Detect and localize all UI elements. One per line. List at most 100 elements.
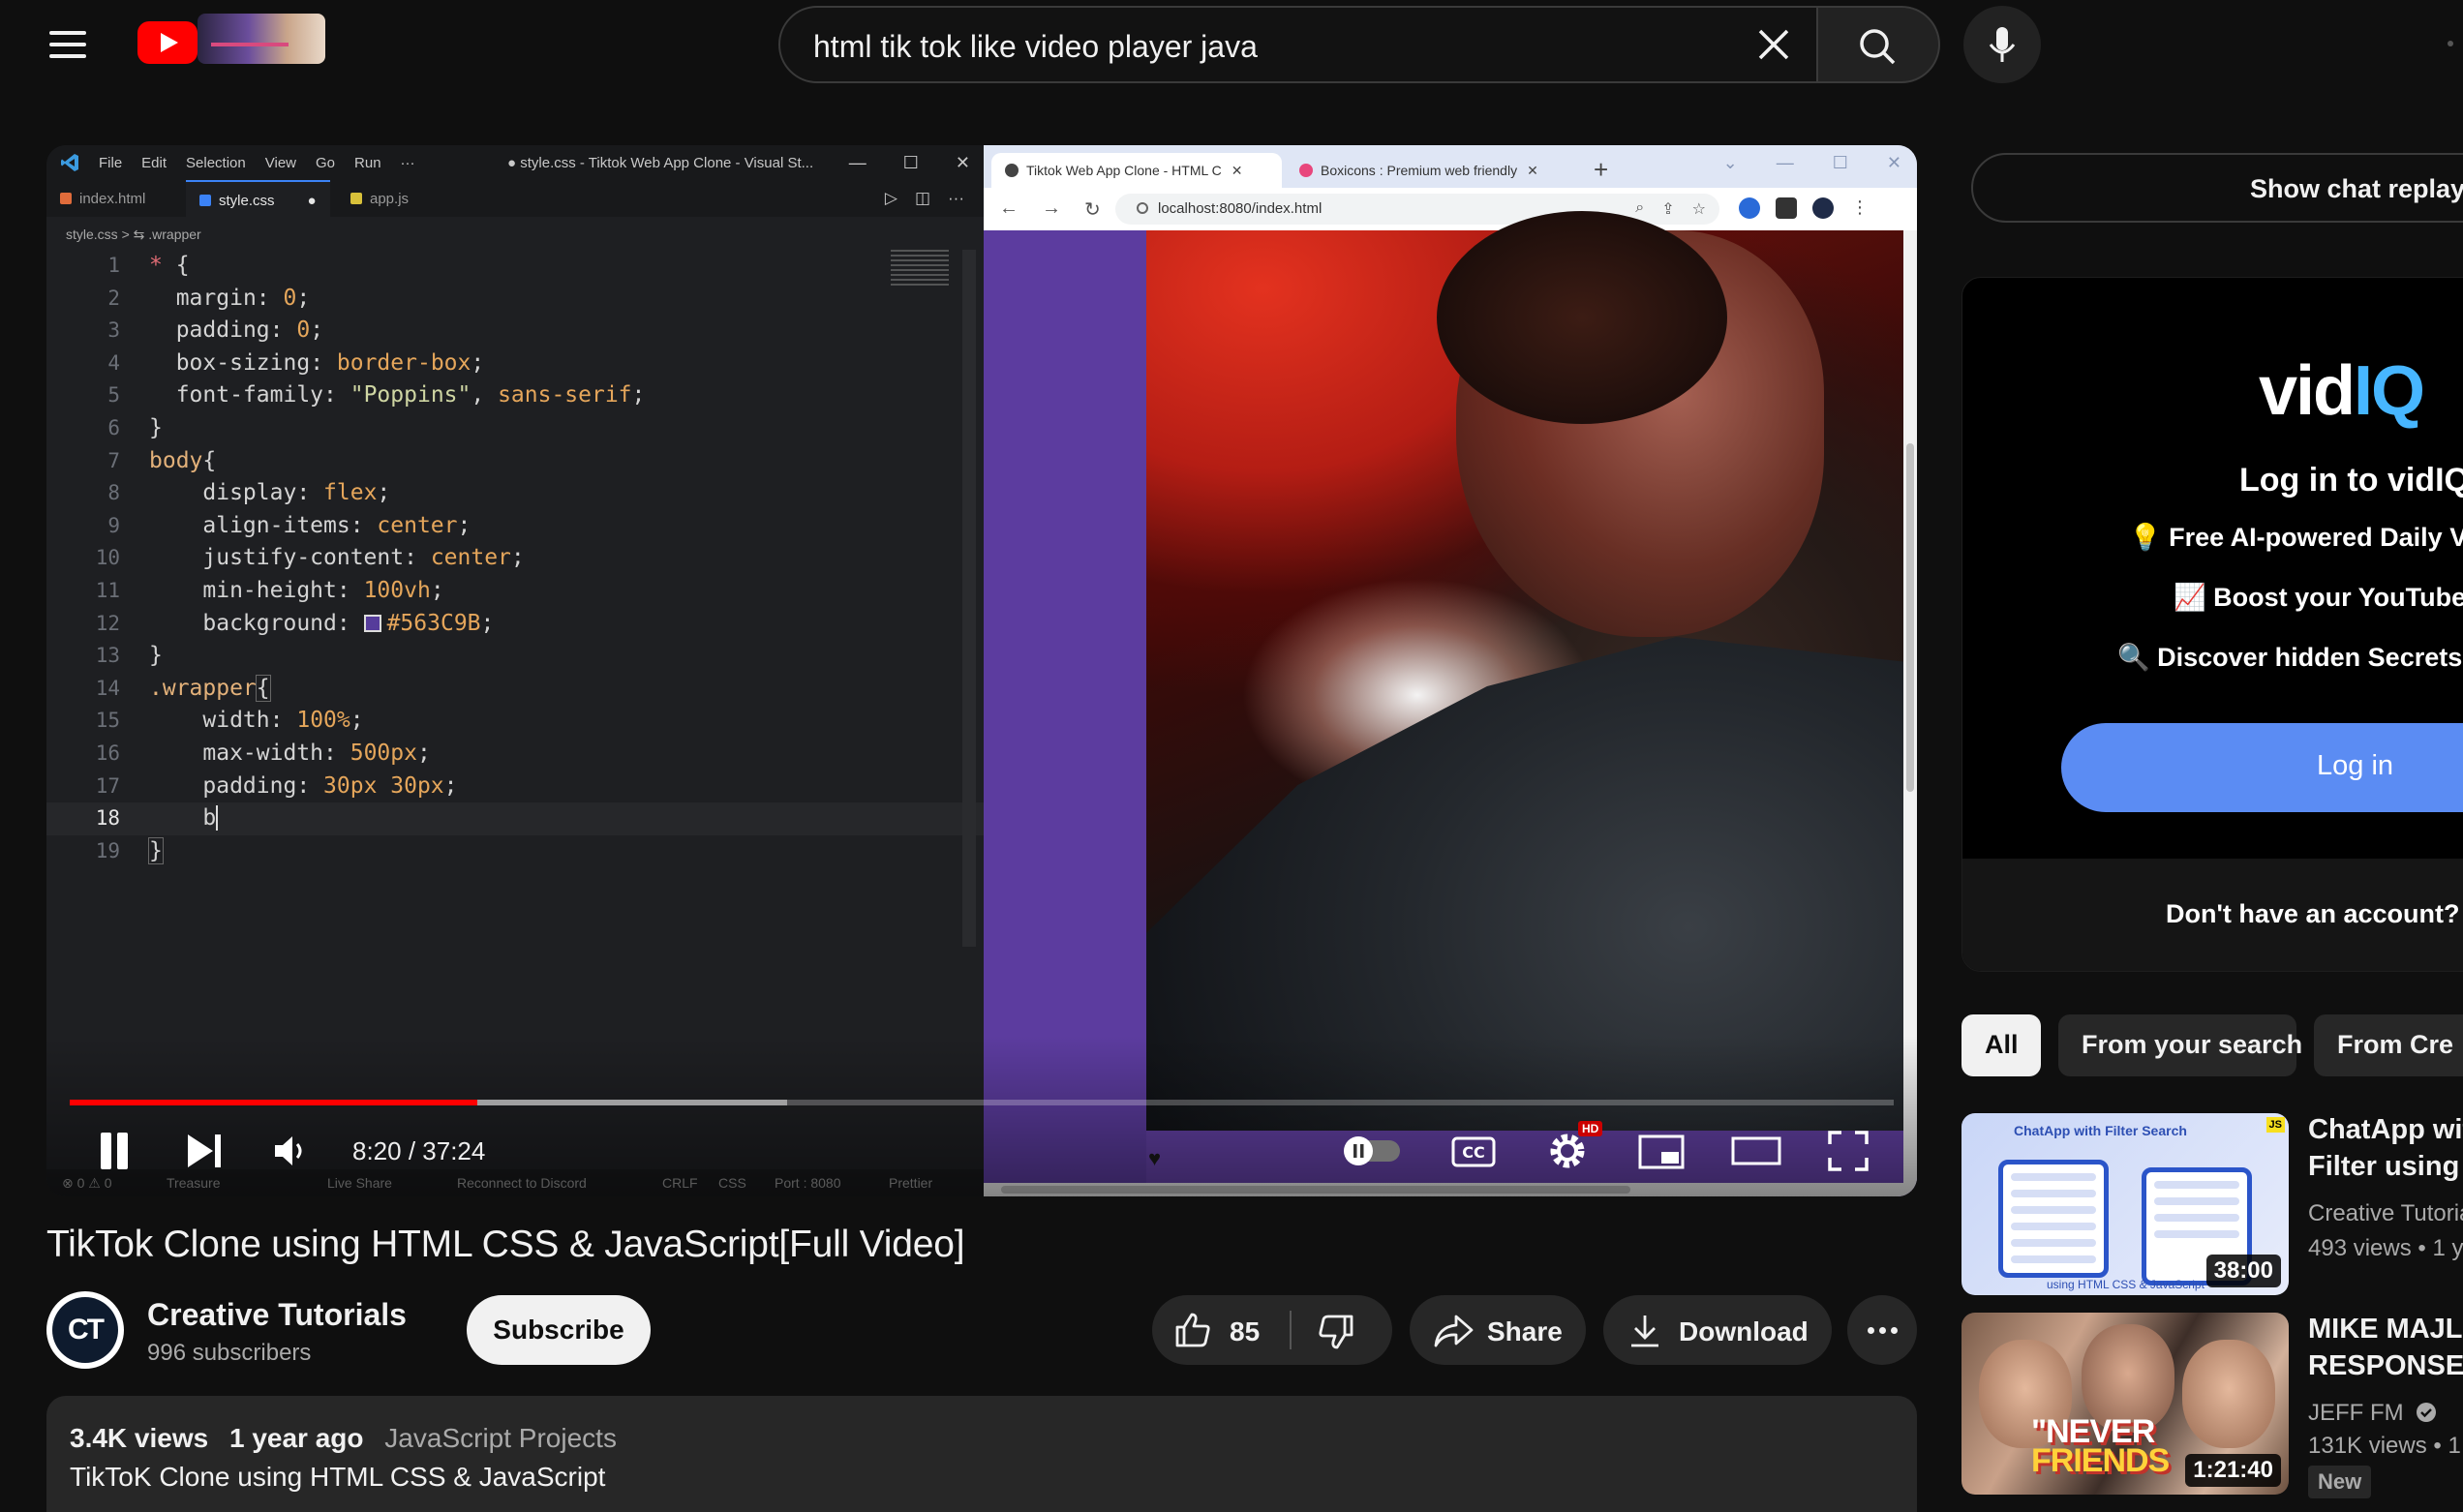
voice-search-button[interactable] [1963,6,2041,83]
rec-channel[interactable]: Creative Tutoria [2308,1200,2463,1227]
video-subject-shirt [1146,637,1903,1131]
upload-age: 1 year ago [228,1423,364,1453]
code-line: 11 min-height: 100vh; [46,575,984,608]
pause-icon[interactable] [97,1131,132,1171]
new-tab-icon[interactable]: + [1594,155,1608,185]
browser-menu-icon[interactable]: ⋮ [1849,197,1870,219]
live-share-status[interactable]: Live Share [327,1175,392,1191]
rec-thumbnail-chatapp[interactable]: ChatApp with Filter Search JS using HTML… [1961,1113,2289,1295]
clear-search-icon[interactable] [1750,21,1797,68]
vscode-menu-run[interactable]: Run [354,155,381,171]
chevron-down-icon[interactable]: ⌄ [1723,153,1738,173]
browser-vertical-scrollbar[interactable] [1903,230,1917,1196]
info-icon[interactable] [1137,202,1148,214]
like-button[interactable]: 85 [1152,1295,1290,1365]
reload-icon[interactable]: ↻ [1084,197,1101,222]
progress-bar[interactable] [70,1100,1894,1105]
close-icon[interactable]: ✕ [1887,153,1901,173]
discord-status[interactable]: Reconnect to Discord [457,1175,587,1191]
vscode-menu-selection[interactable]: Selection [186,155,246,171]
maximize-icon[interactable]: ☐ [1833,153,1848,173]
language-status[interactable]: CSS [718,1175,746,1191]
prettier-status[interactable]: Prettier [889,1175,932,1191]
volume-icon[interactable] [271,1133,310,1169]
vscode-menu-view[interactable]: View [265,155,296,171]
browser-horizontal-scrollbar[interactable] [984,1183,1903,1196]
split-editor-icon[interactable]: ◫ [915,189,930,208]
tab-label: style.css [219,193,275,209]
problems-status[interactable]: ⊗ 0 ⚠ 0 [62,1175,112,1192]
port-status[interactable]: Port : 8080 [775,1175,841,1191]
vscode-scrollbar[interactable] [962,250,976,947]
rec-thumbnail-mike[interactable]: "NEVER FRIENDS 1:21:40 [1961,1313,2289,1495]
youtube-doodle[interactable] [198,14,325,64]
minimize-icon[interactable]: — [849,153,867,173]
bookmark-star-icon[interactable]: ☆ [1692,199,1706,219]
chip-from-your-search[interactable]: From your search [2058,1014,2302,1076]
vscode-minimap[interactable] [891,250,949,288]
minimize-icon[interactable]: — [1777,153,1794,173]
share-page-icon[interactable]: ⇪ [1661,199,1674,219]
code-editor[interactable]: 1 * { 2 margin: 0; 3 padding: 0; 4 box-si… [46,250,984,867]
back-arrow-icon[interactable]: ← [999,197,1019,222]
extension-icon[interactable] [1739,197,1760,219]
forward-arrow-icon[interactable]: → [1042,197,1061,222]
rec-channel[interactable]: JEFF FM [2308,1400,2463,1427]
channel-name[interactable]: Creative Tutorials [147,1297,407,1333]
profile-avatar-icon[interactable] [1812,197,1834,219]
tiktok-video-frame[interactable] [1146,211,1903,1131]
fullscreen-icon[interactable] [1826,1129,1870,1173]
vscode-tab-app-js[interactable]: app.js [337,180,422,217]
miniplayer-icon[interactable] [1636,1129,1687,1173]
zoom-icon[interactable]: ⌕ [1635,199,1644,219]
code-line-current: 18 b [46,802,984,835]
playlist-tag[interactable]: JavaScript Projects [384,1423,617,1453]
eol-status[interactable]: CRLF [662,1175,698,1191]
close-tab-icon[interactable]: ✕ [1527,163,1538,178]
theater-mode-icon[interactable] [1729,1129,1783,1173]
treasure-status[interactable]: Treasure [167,1175,221,1191]
download-button[interactable]: Download [1603,1295,1832,1365]
vscode-tab-style-css[interactable]: style.css ● [186,180,330,217]
vscode-breadcrumb[interactable]: style.css > ⇆ .wrapper [66,227,201,243]
line-number: 16 [95,741,120,765]
close-tab-icon[interactable]: ✕ [1232,163,1243,178]
puzzle-icon[interactable] [1776,197,1797,219]
dislike-button[interactable] [1293,1295,1392,1365]
chip-from-creator[interactable]: From Cre [2314,1014,2463,1076]
chip-all[interactable]: All [1961,1014,2041,1076]
vscode-menu-edit[interactable]: Edit [141,155,167,171]
subscribe-button[interactable]: Subscribe [467,1295,651,1365]
hamburger-menu-icon[interactable] [46,25,89,64]
vscode-menu-more[interactable]: ··· [401,155,415,171]
rec-title-line[interactable]: Filter using H [2308,1148,2463,1185]
browser-tab-tiktok[interactable]: Tiktok Web App Clone - HTML C ✕ [991,153,1282,188]
autoplay-toggle[interactable] [1340,1129,1404,1173]
share-button[interactable]: Share [1410,1295,1586,1365]
maximize-icon[interactable]: ☐ [903,153,919,173]
subtitles-icon[interactable]: CC [1450,1129,1497,1173]
rec-title-line[interactable]: RESPONSE T [2308,1347,2463,1384]
next-video-icon[interactable] [186,1133,225,1169]
color-swatch[interactable] [363,614,381,632]
vscode-menu-file[interactable]: File [99,155,122,171]
run-icon[interactable]: ▷ [885,189,897,208]
browser-tab-boxicons[interactable]: Boxicons : Premium web friendly ✕ [1286,153,1582,188]
close-icon[interactable]: ✕ [956,153,970,173]
more-actions-icon[interactable]: ··· [948,189,964,208]
search-input[interactable]: html tik tok like video player java [778,6,1818,83]
video-player[interactable]: File Edit Selection View Go Run ··· ● st… [46,145,1917,1196]
rec-title-line[interactable]: ChatApp with [2308,1111,2463,1148]
youtube-logo[interactable] [137,21,198,64]
more-actions-button[interactable] [1847,1295,1917,1365]
vscode-menu-go[interactable]: Go [316,155,335,171]
search-button[interactable] [1818,6,1940,83]
search-query[interactable]: html tik tok like video player java [813,29,1258,65]
played-bar [70,1100,478,1105]
vidiq-login-button[interactable]: Log in [2061,723,2463,812]
show-chat-replay-button[interactable]: Show chat replay [1971,153,2463,223]
vscode-tab-index-html[interactable]: index.html [46,180,159,217]
description-box[interactable]: 3.4K views 1 year ago JavaScript Project… [46,1396,1917,1512]
channel-avatar[interactable]: CT [46,1291,124,1369]
rec-title-line[interactable]: MIKE MAJLA [2308,1311,2463,1347]
